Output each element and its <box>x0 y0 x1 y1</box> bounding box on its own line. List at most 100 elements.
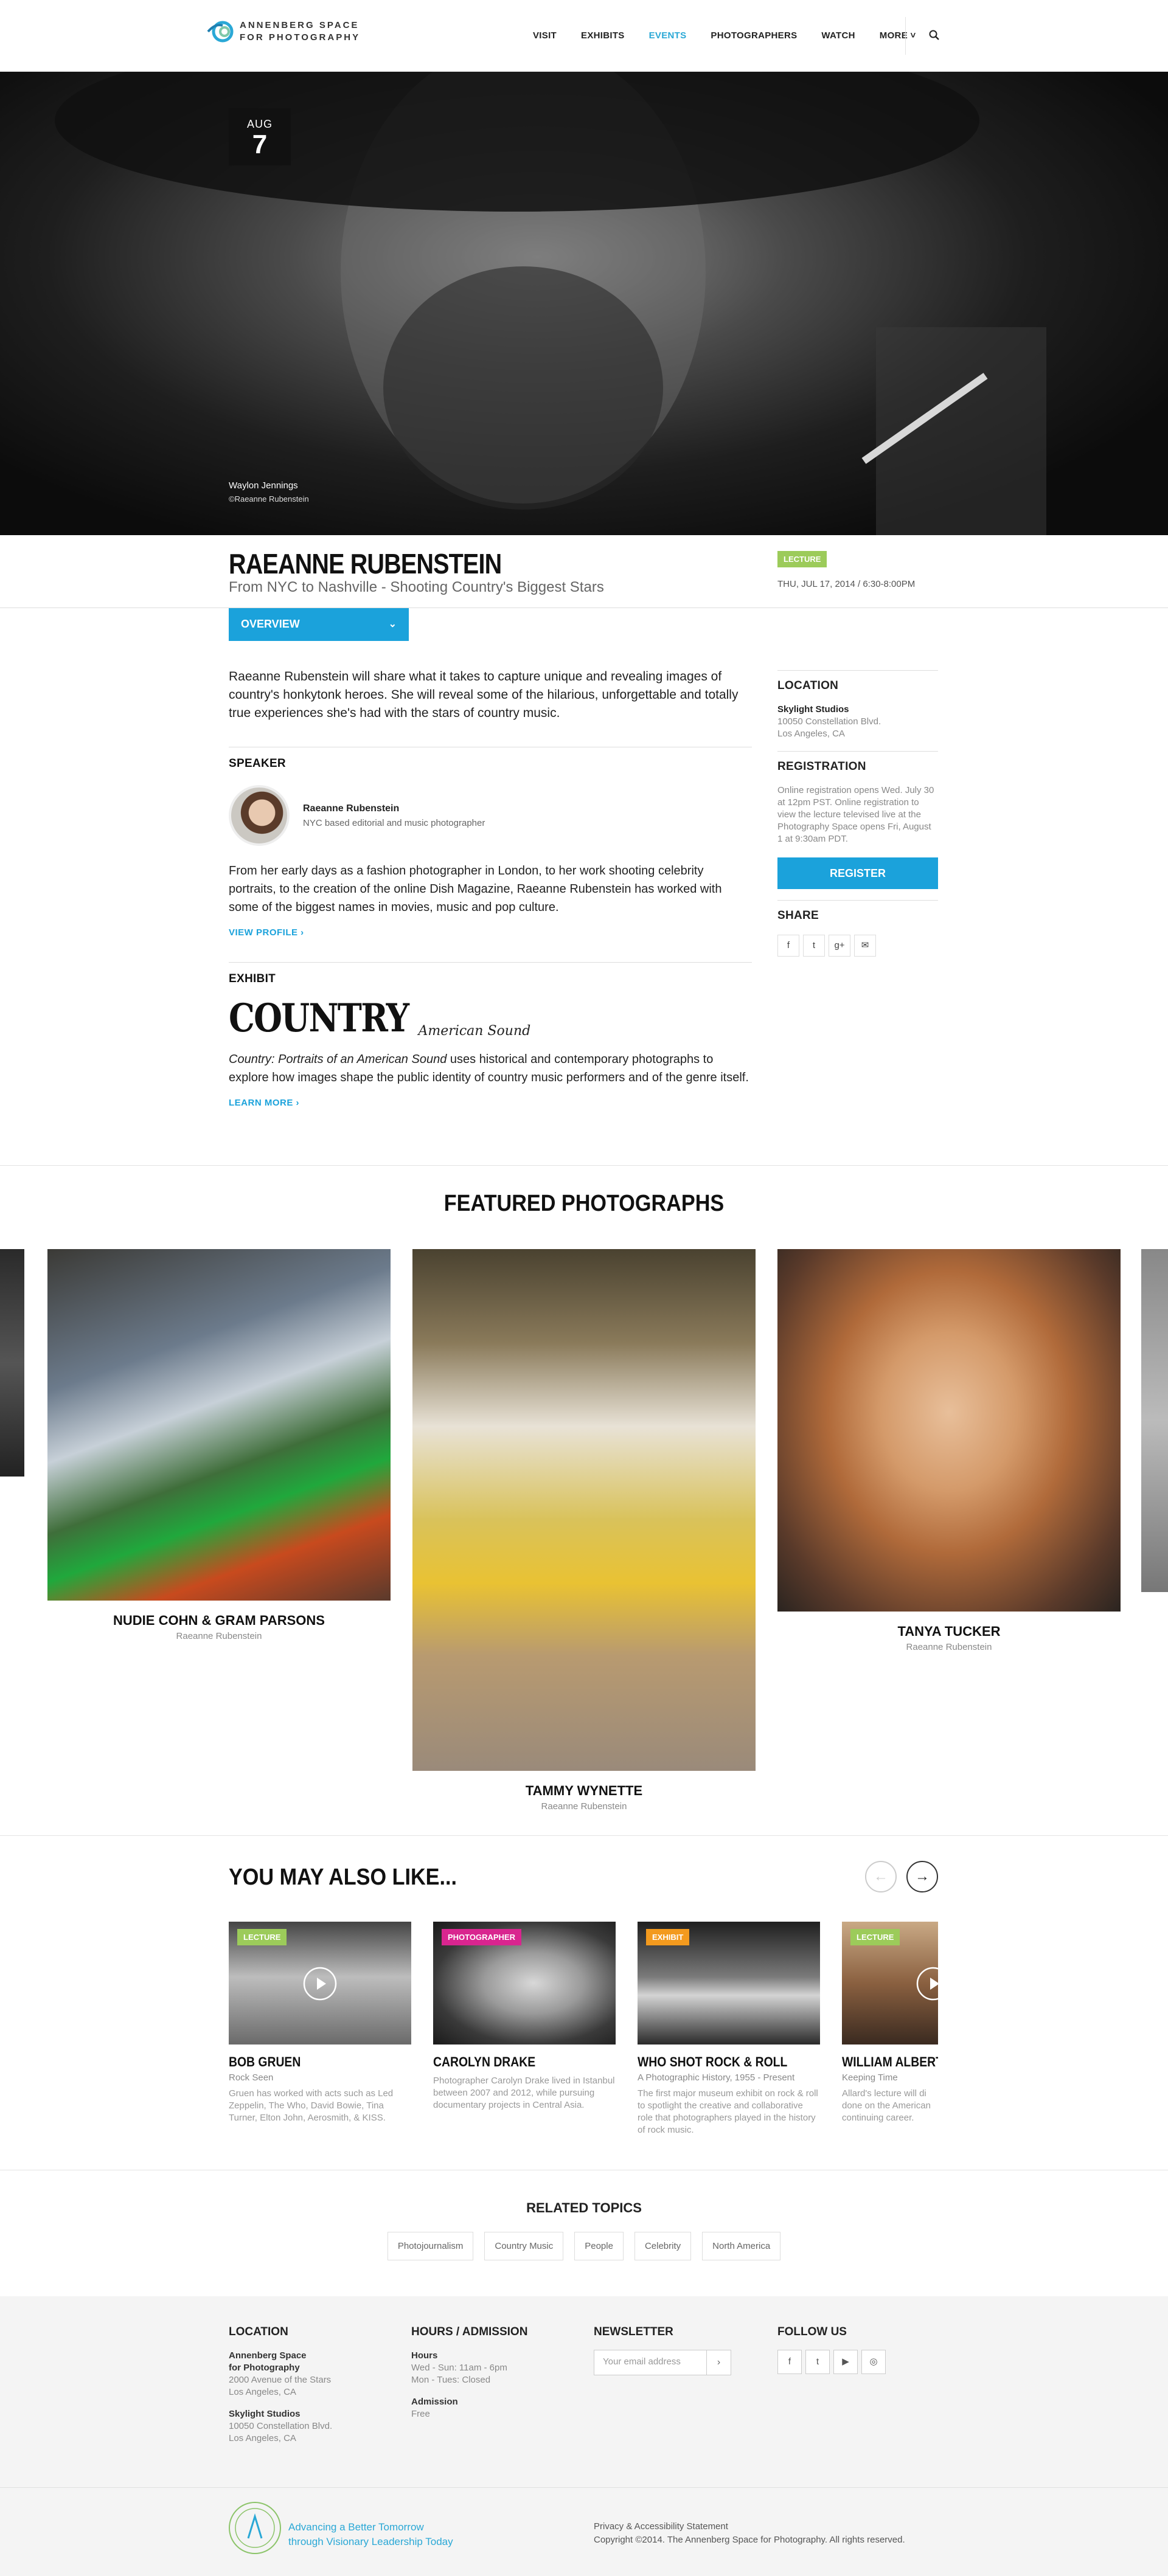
overview-dropdown[interactable]: OVERVIEW ⌄ <box>229 608 409 641</box>
footer-loc2-addr2: Los Angeles, CA <box>229 2433 296 2443</box>
facebook-icon[interactable]: f <box>777 935 799 957</box>
nav-visit[interactable]: VISIT <box>533 30 557 41</box>
event-lead: Raeanne Rubenstein will share what it ta… <box>229 670 739 720</box>
exhibit-logo-sub: American Sound <box>418 1023 531 1039</box>
play-icon[interactable] <box>303 1967 337 2001</box>
related-topics-tags: Photojournalism Country Music People Cel… <box>0 2232 1168 2260</box>
featured-photo[interactable]: NUDIE COHN & GRAM PARSONS Raeanne Rubens… <box>47 1249 391 1641</box>
ymal-card[interactable]: LECTURE WILLIAM ALBERT AI Keeping Time A… <box>842 1922 938 2124</box>
sidebar-addr1: 10050 Constellation Blvd. <box>777 716 881 727</box>
sidebar-location: Skylight Studios 10050 Constellation Blv… <box>777 704 938 740</box>
nav-more[interactable]: MORE ˅ <box>880 30 916 41</box>
topic-tag[interactable]: Country Music <box>484 2232 564 2260</box>
card-badge: EXHIBIT <box>646 1929 690 1945</box>
photo-peek-right[interactable] <box>1141 1249 1168 1592</box>
site-header: ANNENBERG SPACE FOR PHOTOGRAPHY VISIT EX… <box>0 0 1168 72</box>
photo-credit: Raeanne Rubenstein <box>906 1642 992 1652</box>
footer-newsletter: NEWSLETTER Your email address › <box>594 2325 752 2375</box>
footer-follow-heading: FOLLOW US <box>777 2325 847 2338</box>
featured-photo[interactable]: TANYA TUCKER Raeanne Rubenstein <box>777 1249 1121 1652</box>
tagline-line-1: Advancing a Better Tomorrow <box>288 2521 424 2533</box>
footer-location-heading: LOCATION <box>229 2325 288 2338</box>
copyright: Copyright ©2014. The Annenberg Space for… <box>594 2535 905 2545</box>
play-icon[interactable] <box>916 1967 938 2001</box>
ymal-card[interactable]: EXHIBIT WHO SHOT ROCK & ROLL A Photograp… <box>638 1922 820 2136</box>
newsletter-email-input[interactable]: Your email address <box>594 2350 706 2375</box>
instagram-icon[interactable]: ◎ <box>861 2350 886 2374</box>
nav-events[interactable]: EVENTS <box>649 30 687 41</box>
card-title: WILLIAM ALBERT AI <box>842 2054 938 2069</box>
event-title-area: RAEANNE RUBENSTEIN From NYC to Nashville… <box>0 535 1168 608</box>
logo-line-2: FOR PHOTOGRAPHY <box>240 32 361 43</box>
email-icon[interactable]: ✉ <box>854 935 876 957</box>
topic-tag[interactable]: North America <box>702 2232 781 2260</box>
ymal-card[interactable]: LECTURE BOB GRUEN Rock Seen Gruen has wo… <box>229 1922 411 2124</box>
footer-loc1-addr1: 2000 Avenue of the Stars <box>229 2375 332 2385</box>
site-footer: LOCATION Annenberg Space for Photography… <box>0 2296 1168 2576</box>
card-title: CAROLYN DRAKE <box>433 2054 536 2069</box>
youtube-icon[interactable]: ▶ <box>833 2350 858 2374</box>
footer-loc1-name1: Annenberg Space <box>229 2350 307 2361</box>
exhibit-logo[interactable]: COUNTRY American Sound <box>229 999 752 1038</box>
learn-more-link[interactable]: LEARN MORE › <box>229 1098 752 1108</box>
sidebar-registration-text: Online registration opens Wed. July 30 a… <box>777 785 934 844</box>
ymal-heading: YOU MAY ALSO LIKE... <box>229 1864 457 1890</box>
footer-hours-1: Wed - Sun: 11am - 6pm <box>411 2363 507 2373</box>
privacy-link[interactable]: Privacy & Accessibility Statement <box>594 2520 905 2533</box>
nav-watch[interactable]: WATCH <box>821 30 855 41</box>
speaker-heading: SPEAKER <box>229 757 286 770</box>
photo-title: TAMMY WYNETTE <box>525 1783 643 1798</box>
hero-caption-credit: ©Raeanne Rubenstein <box>229 494 309 504</box>
card-thumbnail: EXHIBIT <box>638 1922 820 2045</box>
topic-tag[interactable]: Celebrity <box>634 2232 692 2260</box>
google-plus-icon[interactable]: g+ <box>829 935 850 957</box>
sidebar-addr2: Los Angeles, CA <box>777 729 845 739</box>
footer-follow: FOLLOW US f t ▶ ◎ <box>777 2325 936 2374</box>
register-button[interactable]: REGISTER <box>777 857 938 889</box>
footer-newsletter-heading: NEWSLETTER <box>594 2325 673 2338</box>
event-datetime: THU, JUL 17, 2014 / 6:30-8:00PM <box>777 579 916 589</box>
footer-admission: Free <box>411 2409 430 2419</box>
foundation-seal-icon[interactable] <box>229 2502 281 2554</box>
topic-tag[interactable]: Photojournalism <box>387 2232 474 2260</box>
newsletter-submit-icon[interactable]: › <box>706 2350 731 2375</box>
twitter-icon[interactable]: t <box>803 935 825 957</box>
speaker-name: Raeanne Rubenstein <box>303 803 400 814</box>
divider <box>0 1835 1168 1836</box>
card-badge: LECTURE <box>237 1929 287 1945</box>
speaker-avatar[interactable] <box>229 785 290 846</box>
footer-social-icons: f t ▶ ◎ <box>777 2350 936 2374</box>
photo-peek-left[interactable] <box>0 1249 24 1477</box>
card-description: Gruen has worked with acts such as Led Z… <box>229 2088 394 2123</box>
view-profile-link[interactable]: VIEW PROFILE › <box>229 927 752 938</box>
exhibit-heading: EXHIBIT <box>229 972 276 985</box>
sidebar-venue: Skylight Studios <box>777 704 849 715</box>
hero-image: AUG 7 Waylon Jennings ©Raeanne Rubenstei… <box>0 72 1168 535</box>
photo-tanya-tucker <box>777 1249 1121 1612</box>
twitter-icon[interactable]: t <box>805 2350 830 2374</box>
card-badge: PHOTOGRAPHER <box>442 1929 521 1945</box>
exhibit-logo-main: COUNTRY <box>229 995 409 1041</box>
carousel-prev-icon[interactable]: ← <box>865 1861 897 1892</box>
logo-swirl-icon <box>207 17 236 46</box>
site-logo[interactable]: ANNENBERG SPACE FOR PHOTOGRAPHY <box>207 17 360 46</box>
nav-exhibits[interactable]: EXHIBITS <box>581 30 625 41</box>
topic-tag[interactable]: People <box>574 2232 624 2260</box>
logo-line-1: ANNENBERG SPACE <box>240 20 360 30</box>
card-description: Photographer Carolyn Drake lived in Ista… <box>433 2076 615 2110</box>
search-icon[interactable] <box>928 29 940 41</box>
nav-photographers[interactable]: PHOTOGRAPHERS <box>711 30 797 41</box>
card-badge: LECTURE <box>850 1929 900 1945</box>
share-buttons: f t g+ ✉ <box>777 935 938 957</box>
exhibit-description: Country: Portraits of an American Sound … <box>229 1050 752 1087</box>
photo-tammy-wynette <box>412 1249 756 1771</box>
featured-photo[interactable]: TAMMY WYNETTE Raeanne Rubenstein <box>412 1249 756 1812</box>
ymal-card[interactable]: PHOTOGRAPHER CAROLYN DRAKE Photographer … <box>433 1922 616 2111</box>
footer-location: LOCATION Annenberg Space for Photography… <box>229 2325 387 2445</box>
photo-title: NUDIE COHN & GRAM PARSONS <box>113 1613 325 1628</box>
chevron-down-icon: ⌄ <box>388 619 397 629</box>
speaker-role: NYC based editorial and music photograph… <box>303 817 485 828</box>
carousel-next-icon[interactable]: → <box>906 1861 938 1892</box>
facebook-icon[interactable]: f <box>777 2350 802 2374</box>
card-thumbnail: LECTURE <box>229 1922 411 2045</box>
